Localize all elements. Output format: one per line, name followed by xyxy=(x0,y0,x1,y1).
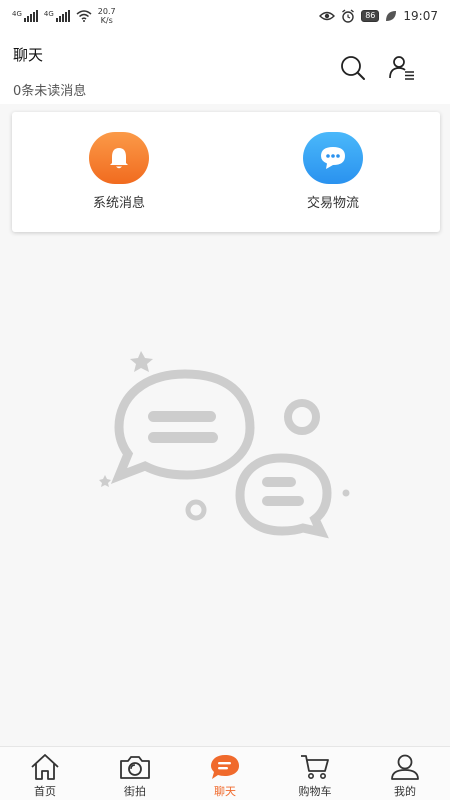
system-messages-entry[interactable]: 系统消息 xyxy=(59,132,179,211)
quick-actions-card: 系统消息 交易物流 xyxy=(12,112,440,232)
home-icon xyxy=(31,754,59,780)
leaf-icon xyxy=(386,11,397,21)
quick-action-label: 系统消息 xyxy=(92,196,145,211)
unread-count: 0条未读消息 xyxy=(13,84,87,99)
signal-icon: 4G xyxy=(12,10,38,22)
cart-icon xyxy=(301,755,329,779)
quick-action-label: 交易物流 xyxy=(306,196,359,211)
chat-icon xyxy=(211,755,239,779)
bottom-tab-bar: 首页 街拍 聊天 购物车 我的 xyxy=(0,746,450,800)
status-bar: 4G 4G 20.7 K/s 86 19:07 xyxy=(0,0,450,32)
clock: 19:07 xyxy=(403,9,438,23)
empty-chat-illustration xyxy=(99,351,350,539)
tab-label: 我的 xyxy=(394,785,416,798)
tab-label: 首页 xyxy=(34,785,56,798)
trade-logistics-entry[interactable]: 交易物流 xyxy=(273,132,393,211)
system-messages-circle xyxy=(89,132,149,184)
search-icon xyxy=(341,56,365,80)
contacts-button[interactable] xyxy=(386,52,418,84)
camera-icon xyxy=(120,756,150,779)
contacts-icon xyxy=(389,56,414,80)
tab-label: 街拍 xyxy=(124,785,146,798)
alarm-icon xyxy=(342,9,355,23)
tab-street-snap[interactable]: 街拍 xyxy=(90,747,180,800)
tab-label: 聊天 xyxy=(214,785,236,798)
signal-icon: 4G xyxy=(44,10,70,22)
tab-label: 购物车 xyxy=(298,785,332,798)
chat-header: 聊天 0条未读消息 xyxy=(0,32,450,104)
chat-bubble-icon xyxy=(321,147,345,169)
bell-icon xyxy=(110,148,128,169)
tab-cart[interactable]: 购物车 xyxy=(270,747,360,800)
search-button[interactable] xyxy=(337,52,369,84)
wifi-icon xyxy=(76,10,92,22)
eye-icon xyxy=(319,11,336,21)
status-right: 86 19:07 xyxy=(319,9,438,23)
trade-logistics-circle xyxy=(303,132,363,184)
battery-indicator: 86 xyxy=(361,10,380,22)
tab-home[interactable]: 首页 xyxy=(0,747,90,800)
tab-chat[interactable]: 聊天 xyxy=(180,747,270,800)
status-left: 4G 4G 20.7 K/s xyxy=(12,7,116,25)
net-speed: 20.7 K/s xyxy=(97,7,116,25)
profile-icon xyxy=(391,754,419,780)
page-title: 聊天 xyxy=(13,46,44,64)
tab-profile[interactable]: 我的 xyxy=(360,747,450,800)
